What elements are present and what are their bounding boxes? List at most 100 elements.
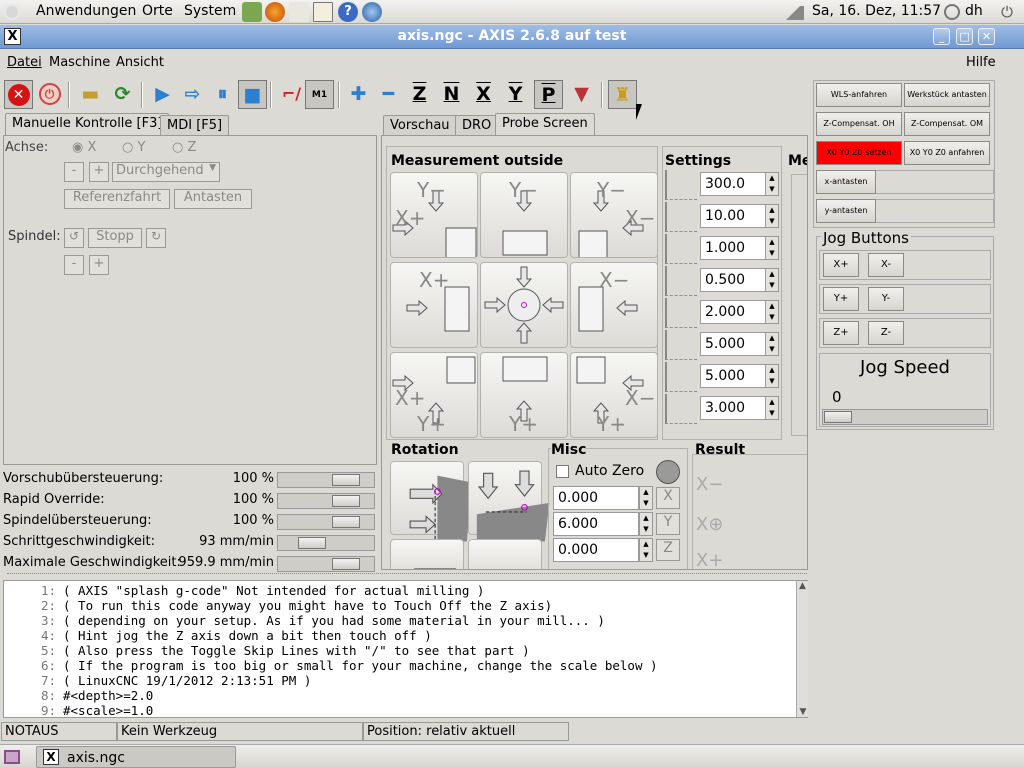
probe-xplus-yplus-button[interactable]: Y+ X+	[390, 352, 478, 438]
view-y-button[interactable]: Y	[501, 80, 530, 109]
code-line-text[interactable]: #<depth>=2.0	[63, 688, 153, 703]
jog-button[interactable]: Y+	[823, 287, 859, 311]
probe-xminus-yminus-button[interactable]: Y− X−	[570, 172, 658, 260]
jog-button[interactable]: X-	[868, 253, 904, 277]
setting-spinner-arrows[interactable]: ▲ ▼	[765, 300, 779, 324]
setting-input[interactable]: 0.500	[700, 268, 770, 292]
jog-button[interactable]: Y-	[868, 287, 904, 311]
override-slider-handle[interactable]	[332, 474, 360, 486]
override-slider-handle[interactable]	[332, 516, 360, 528]
setting-spinner-arrows[interactable]: ▲ ▼	[765, 268, 779, 292]
zoom-out-button[interactable]: ━	[374, 80, 403, 109]
ubuntu-logo-icon[interactable]	[4, 4, 20, 20]
jog-speed-slider[interactable]	[822, 409, 988, 425]
window-titlebar[interactable]: X axis.ngc - AXIS 2.6.8 auf test _ □ ✕	[0, 25, 1024, 49]
misc-spinner-arrows[interactable]: ▲ ▼	[639, 486, 653, 510]
calculator-icon[interactable]	[313, 2, 333, 22]
setting-input[interactable]: 3.000	[700, 396, 770, 420]
view-p-button[interactable]: P	[534, 80, 563, 109]
tab-probe-screen[interactable]: Probe Screen	[495, 113, 595, 135]
touch-off-button[interactable]: Antasten	[174, 189, 252, 209]
set-z-offset-icon[interactable]: Z	[656, 539, 680, 561]
jog-minus-button[interactable]: -	[64, 162, 84, 182]
axis-radio-z[interactable]: ○ Z	[172, 140, 196, 155]
menu-datei[interactable]: Datei	[7, 55, 42, 70]
gcode-text-view[interactable]: 1: ( AXIS "splash g-code" Not intended fo…	[3, 580, 808, 718]
jog-plus-button[interactable]: +	[89, 162, 109, 182]
probe-xminus-button[interactable]: X−	[570, 262, 658, 348]
probe-action-button[interactable]: Z-Compensat. OH	[816, 112, 902, 136]
code-scrollbar[interactable]: ▲ ▼	[796, 581, 808, 717]
toggle-tool-button[interactable]: ▼	[567, 80, 596, 109]
setting-input[interactable]: 10.00	[700, 204, 770, 228]
menu-system[interactable]: System	[184, 3, 236, 19]
network-status-icon[interactable]	[786, 4, 804, 20]
menu-ansicht[interactable]: Ansicht	[116, 55, 164, 70]
code-line-text[interactable]: ( If the program is too big or small for…	[63, 658, 658, 673]
auto-zero-checkbox[interactable]	[556, 465, 569, 478]
clock[interactable]: Sa, 16. Dez, 11:57	[812, 3, 941, 19]
jog-speed-slider-handle[interactable]	[824, 411, 852, 423]
view-z2-button[interactable]: N	[437, 80, 466, 109]
code-line-text[interactable]: ( To run this code anyway you might have…	[63, 598, 552, 613]
jog-mode-select[interactable]: Durchgehend ▼	[112, 162, 220, 182]
set-y-offset-icon[interactable]: Y	[656, 513, 680, 535]
open-file-button[interactable]: ▬	[76, 80, 105, 109]
menu-places[interactable]: Orte	[142, 3, 173, 19]
stop-button[interactable]: ■	[238, 80, 267, 109]
misc-spinner-arrows[interactable]: ▲ ▼	[639, 538, 653, 562]
setting-spinner-arrows[interactable]: ▲ ▼	[765, 236, 779, 260]
scroll-up-icon[interactable]: ▲	[797, 581, 808, 591]
tab-dro[interactable]: DRO	[455, 115, 499, 135]
override-slider[interactable]	[277, 556, 375, 572]
override-slider-handle[interactable]	[332, 495, 360, 507]
spindle-cw-button[interactable]: ↻	[146, 228, 166, 248]
step-button[interactable]: ⇨	[178, 80, 207, 109]
rotation-y-button[interactable]	[468, 461, 550, 542]
code-line-text[interactable]: ( Hint jog the Z axis down a bit then to…	[63, 628, 432, 643]
close-button[interactable]: ✕	[978, 28, 995, 45]
code-line-text[interactable]: ( AXIS "splash g-code" Not intended for …	[63, 583, 484, 598]
misc-offset-input[interactable]: 0.000	[553, 538, 639, 562]
code-line-text[interactable]: ( depending on your setup. As if you had…	[63, 613, 605, 628]
misc-offset-input[interactable]: 0.000	[553, 486, 639, 510]
code-line-text[interactable]: ( Also press the Toggle Skip Lines with …	[63, 643, 530, 658]
tab-preview[interactable]: Vorschau	[383, 115, 457, 135]
home-button[interactable]: Referenzfahrt	[64, 189, 170, 209]
probe-yplus-button[interactable]: Y+	[480, 352, 568, 438]
menu-maschine[interactable]: Maschine	[49, 55, 110, 70]
pause-button[interactable]: ⏸	[208, 80, 237, 109]
setting-spinner-arrows[interactable]: ▲ ▼	[765, 396, 779, 420]
probe-axis-button[interactable]: y-antasten	[816, 199, 876, 223]
setting-spinner-arrows[interactable]: ▲ ▼	[765, 364, 779, 388]
tab-mdi[interactable]: MDI [F5]	[160, 115, 230, 135]
rotation-x2-button[interactable]	[390, 539, 464, 569]
setting-input[interactable]: 300.0	[700, 172, 770, 196]
maximize-button[interactable]: □	[956, 28, 973, 45]
override-slider[interactable]	[277, 514, 375, 530]
setting-input[interactable]: 2.000	[700, 300, 770, 324]
machine-power-button[interactable]: ⏻	[35, 80, 64, 109]
zoom-in-button[interactable]: ✚	[344, 80, 373, 109]
taskbar-item-axis[interactable]: X axis.ngc	[36, 746, 236, 768]
launcher-install-icon[interactable]	[242, 2, 262, 22]
estop-button[interactable]: ✕	[4, 80, 33, 109]
user-name[interactable]: dh	[965, 3, 983, 19]
setting-input[interactable]: 5.000	[700, 364, 770, 388]
override-slider[interactable]	[277, 493, 375, 509]
probe-action-button[interactable]: X0 Y0 Z0 anfahren	[904, 141, 990, 165]
spindle-slower-button[interactable]: -	[64, 255, 84, 275]
axis-radio-y[interactable]: ○ Y	[122, 140, 145, 155]
show-desktop-icon[interactable]	[4, 750, 20, 764]
setting-spinner-arrows[interactable]: ▲ ▼	[765, 172, 779, 196]
setting-spinner-arrows[interactable]: ▲ ▼	[765, 332, 779, 356]
code-line-text[interactable]: ( LinuxCNC 19/1/2012 2:13:51 PM )	[63, 673, 311, 688]
optional-stop-button[interactable]: M1	[305, 80, 334, 109]
override-slider-handle[interactable]	[298, 537, 326, 549]
override-slider[interactable]	[277, 472, 375, 488]
minimize-button[interactable]: _	[933, 28, 950, 45]
menu-applications[interactable]: Anwendungen	[36, 3, 136, 19]
spindle-stop-button[interactable]: Stopp	[88, 228, 142, 248]
probe-yminus-button[interactable]: Y−	[480, 172, 568, 258]
network-globe-icon[interactable]	[362, 2, 382, 22]
